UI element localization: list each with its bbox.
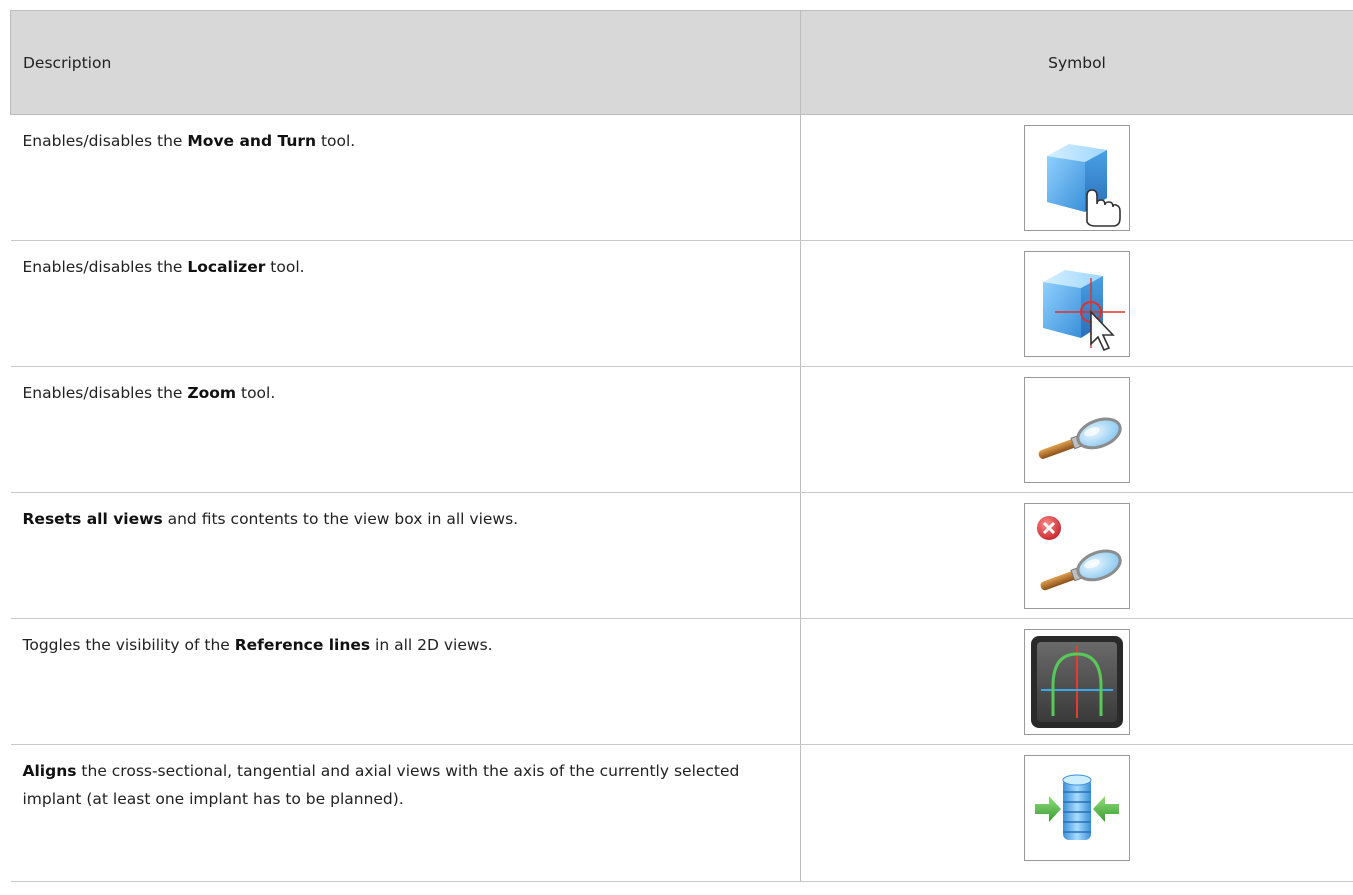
text-post: tool. <box>316 132 356 150</box>
row-description: Aligns the cross-sectional, tangential a… <box>10 744 801 882</box>
localizer-icon <box>1024 251 1131 357</box>
row-symbol <box>800 744 1353 882</box>
row-description: Resets all views and fits contents to th… <box>10 492 801 619</box>
row-description: Toggles the visibility of the Reference … <box>10 618 801 745</box>
row-description: Enables/disables the Localizer tool. <box>10 240 801 367</box>
row-description: Enables/disables the Zoom tool. <box>10 366 801 493</box>
text-bold: Reference lines <box>234 636 371 654</box>
text-pre: Enables/disables the <box>22 384 188 402</box>
text-pre: Toggles the visibility of the <box>22 636 235 654</box>
text-post: the cross-sectional, tangential and axia… <box>22 762 740 808</box>
text-post: tool. <box>265 258 305 276</box>
table-header-row: Description Symbol <box>10 10 1353 115</box>
table-row: Enables/disables the Zoom tool. <box>10 366 1353 493</box>
text-bold: Localizer <box>187 258 266 276</box>
row-symbol <box>800 492 1353 619</box>
row-symbol <box>800 240 1353 367</box>
move-turn-icon <box>1024 125 1131 231</box>
text-bold: Aligns <box>22 762 77 780</box>
description-header: Description <box>10 10 801 115</box>
text-pre: Enables/disables the <box>22 258 188 276</box>
text-post: tool. <box>236 384 276 402</box>
symbol-table: Description Symbol Enables/disables the … <box>10 10 1353 882</box>
table-row: Enables/disables the Localizer tool. <box>10 240 1353 367</box>
symbol-header: Symbol <box>800 10 1353 115</box>
reset-views-icon <box>1024 503 1131 609</box>
text-bold: Move and Turn <box>187 132 317 150</box>
row-symbol <box>800 114 1353 241</box>
text-post: in all 2D views. <box>370 636 493 654</box>
table-row: Toggles the visibility of the Reference … <box>10 618 1353 745</box>
zoom-icon <box>1024 377 1131 483</box>
row-symbol <box>800 618 1353 745</box>
align-implant-icon <box>1024 755 1131 861</box>
text-bold: Zoom <box>187 384 237 402</box>
reference-lines-icon <box>1024 629 1131 735</box>
row-symbol <box>800 366 1353 493</box>
table-row: Enables/disables the Move and Turn tool. <box>10 114 1353 241</box>
row-description: Enables/disables the Move and Turn tool. <box>10 114 801 241</box>
table-row: Resets all views and fits contents to th… <box>10 492 1353 619</box>
text-post: and fits contents to the view box in all… <box>162 510 519 528</box>
text-pre: Enables/disables the <box>22 132 188 150</box>
table-row: Aligns the cross-sectional, tangential a… <box>10 744 1353 882</box>
text-bold: Resets all views <box>22 510 163 528</box>
